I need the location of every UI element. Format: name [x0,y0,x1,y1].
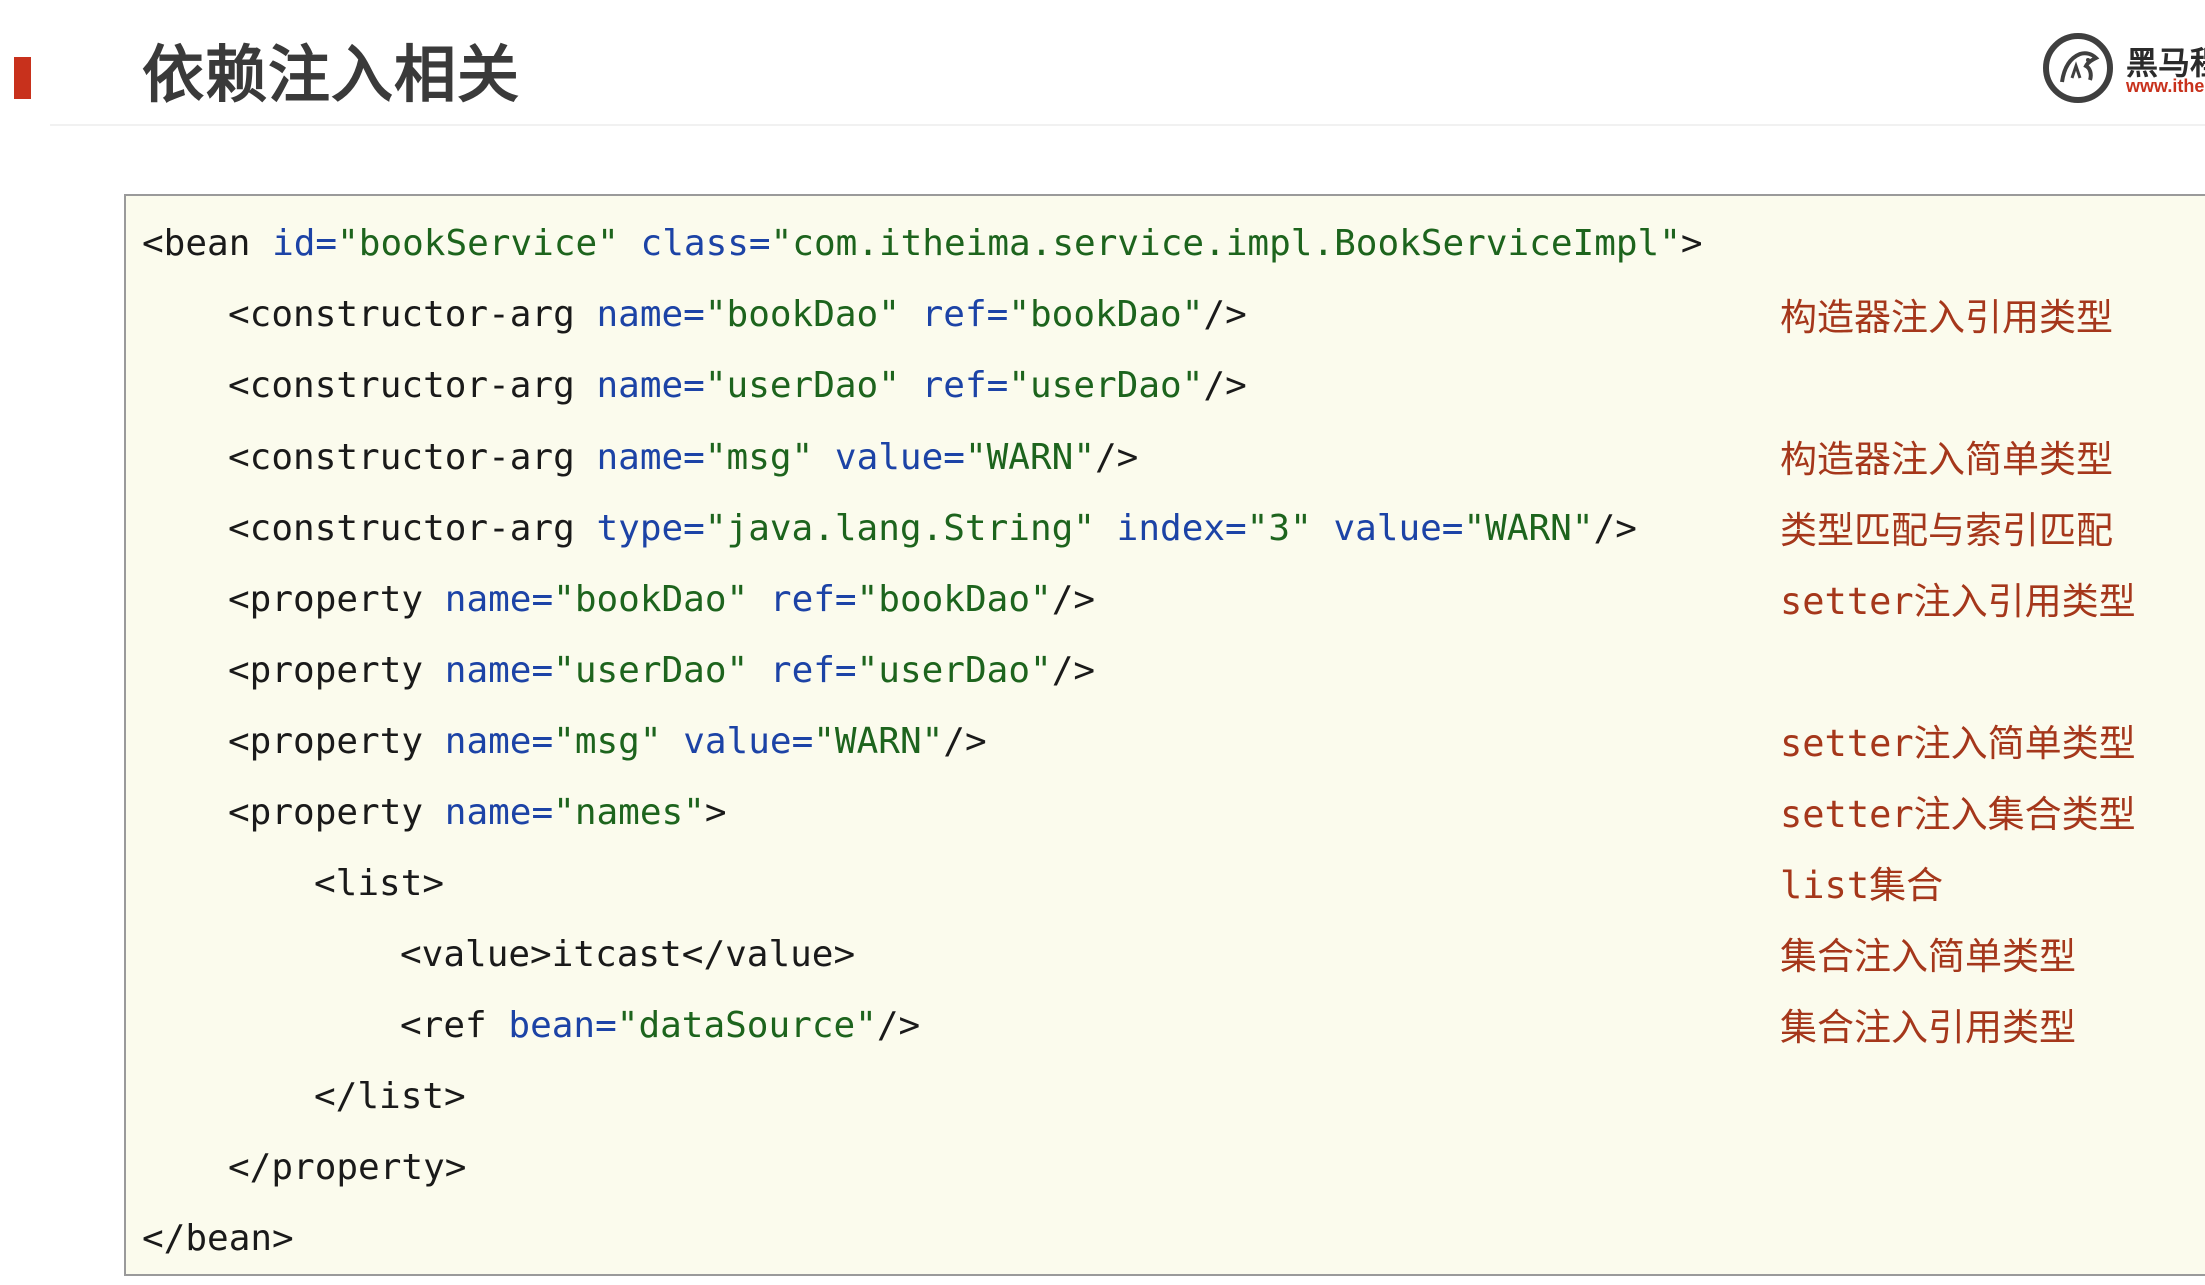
code-token: value= [834,437,965,478]
code-line: </property> [228,1140,466,1196]
annotation-setter-simple: setter注入简单类型 [1780,722,2136,765]
code-token: ref= [769,650,857,691]
code-token: /> [1051,579,1096,620]
code-token: <constructor-arg [228,508,575,549]
annotation-setter-ref: setter注入引用类型 [1780,580,2136,623]
code-token: <bean [142,223,251,264]
code-token: value= [1333,508,1464,549]
annotation-constructor-simple: 构造器注入简单类型 [1780,438,2113,481]
annotation-constructor-ref: 构造器注入引用类型 [1780,296,2113,339]
annotation-collection-ref: 集合注入引用类型 [1780,1006,2076,1049]
code-token: <value> [400,934,552,975]
code-token: </value> [681,934,856,975]
code-token: <constructor-arg [228,365,575,406]
code-token: "names" [553,792,705,833]
code-token: <constructor-arg [228,437,575,478]
code-line: <constructor-arg name="msg" value="WARN"… [228,430,1138,486]
horse-logo-icon [2043,33,2113,103]
annotation-collection-simple: 集合注入简单类型 [1780,935,2076,978]
code-token: "dataSource" [616,1005,877,1046]
code-token: "WARN" [813,721,944,762]
code-token: /> [1095,437,1139,478]
code-token: name= [596,365,705,406]
code-token: /> [876,1005,921,1046]
code-line: <list> [314,856,444,912]
code-token: "userDao" [704,365,900,406]
code-token: /> [1203,365,1247,406]
code-token: id= [272,223,338,264]
code-token: <ref [400,1005,487,1046]
code-line: <constructor-arg name="bookDao" ref="boo… [228,287,1247,343]
code-line: <constructor-arg type="java.lang.String"… [228,501,1637,557]
code-token: "userDao" [1008,365,1204,406]
code-token: name= [444,792,554,833]
code-token: <list> [314,863,445,904]
code-token: "WARN" [1463,508,1594,549]
code-line: </bean> [142,1211,294,1267]
code-token: <property [228,650,424,691]
code-token: value= [683,721,814,762]
code-token: > [704,792,727,833]
code-token: "com.itheima.service.impl.BookServiceImp… [770,223,1681,264]
code-token: /> [1051,650,1096,691]
code-token: ref= [921,365,1009,406]
code-token: </list> [314,1076,466,1117]
code-token: "bookDao" [1008,294,1204,335]
code-token: "bookDao" [553,579,749,620]
code-token: /> [1593,508,1637,549]
code-token: /> [943,721,987,762]
code-token: name= [596,437,705,478]
annotation-type-index-match: 类型匹配与索引匹配 [1780,509,2113,552]
code-token: <property [228,579,424,620]
code-token: bean= [508,1005,617,1046]
code-token: /> [1203,294,1247,335]
code-line: <property name="bookDao" ref="bookDao"/> [228,572,1095,628]
logo-url-text: www.ithei [2126,76,2205,96]
title-accent-bar [14,57,31,99]
code-token: itcast [551,934,682,975]
code-token: name= [444,579,554,620]
code-token: "bookDao" [856,579,1052,620]
code-token: "userDao" [553,650,749,691]
code-token: <property [228,721,424,762]
code-line: <property name="names"> [228,785,727,841]
code-token: "WARN" [964,437,1095,478]
annotation-setter-collection: setter注入集合类型 [1780,793,2136,836]
code-token: name= [444,650,554,691]
code-line: <ref bean="dataSource"/> [400,998,920,1054]
code-token: </bean> [142,1218,294,1259]
code-token: > [1680,223,1703,264]
code-token: "java.lang.String" [704,508,1095,549]
annotation-list-collection: list集合 [1780,864,1944,907]
code-line: <property name="userDao" ref="userDao"/> [228,643,1095,699]
code-token: "msg" [704,437,814,478]
code-token: name= [444,721,554,762]
code-line: <property name="msg" value="WARN"/> [228,714,987,770]
code-token: "bookService" [337,223,619,264]
brand-logo: 黑马程 www.ithei [2042,30,2205,104]
code-line: </list> [314,1069,466,1125]
code-token: ref= [921,294,1009,335]
page-title: 依赖注入相关 [142,38,521,111]
code-token: type= [596,508,705,549]
code-token: "3" [1246,508,1312,549]
code-token: <constructor-arg [228,294,575,335]
code-line: <value>itcast</value> [400,927,855,983]
code-token: "bookDao" [704,294,900,335]
code-token: index= [1116,508,1247,549]
code-token: class= [640,223,771,264]
code-line: <bean id="bookService" class="com.itheim… [142,216,1703,272]
code-token: <property [228,792,424,833]
code-token: name= [596,294,705,335]
code-token: </property> [228,1147,467,1188]
code-line: <constructor-arg name="userDao" ref="use… [228,358,1247,414]
code-token: ref= [769,579,857,620]
code-token: "msg" [553,721,662,762]
code-token: "userDao" [856,650,1052,691]
header-divider [50,124,2205,126]
